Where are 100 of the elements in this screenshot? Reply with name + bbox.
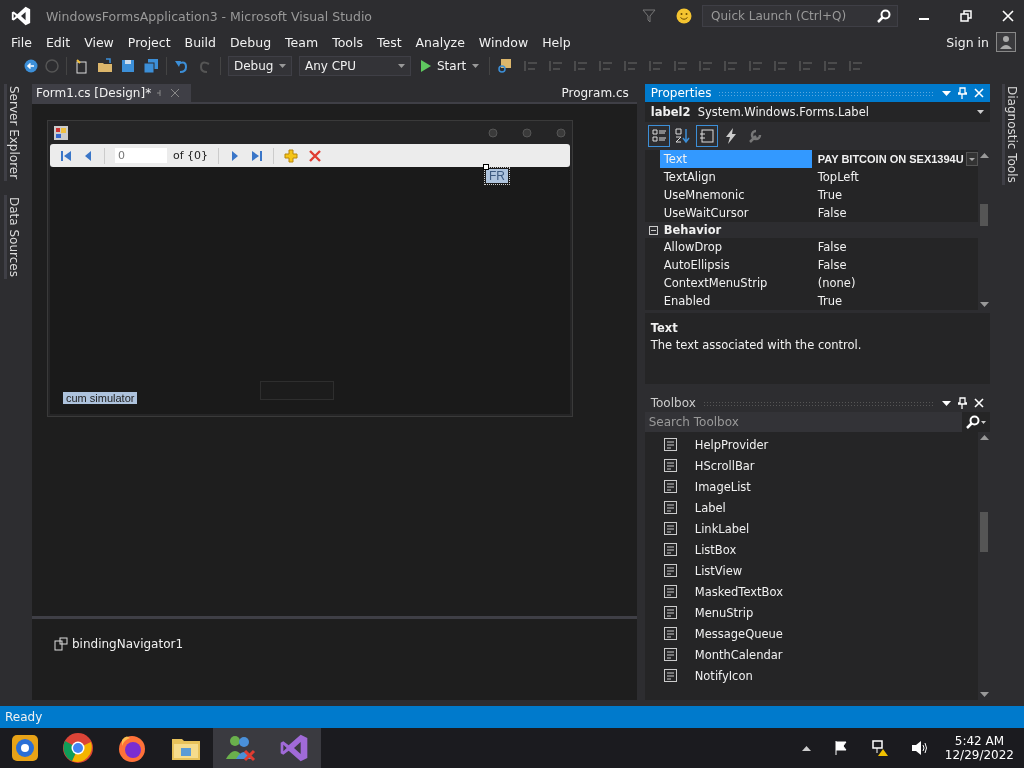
window-title: WindowsFormsApplication3 - Microsoft Visual Studio — [46, 8, 372, 24]
category-name[interactable]: Behavior — [663, 223, 722, 237]
property-name[interactable]: ContextMenuStrip — [659, 274, 812, 292]
back-icon[interactable] — [24, 59, 38, 73]
toolbox-item[interactable]: NotifyIcon — [644, 665, 978, 686]
property-value[interactable]: True — [811, 188, 843, 202]
form-label[interactable]: cum simulator — [63, 392, 138, 404]
property-name[interactable]: AutoEllipsis — [659, 256, 812, 274]
menu-item[interactable]: Edit — [38, 34, 78, 50]
first-record-icon[interactable] — [60, 149, 72, 162]
menu-item[interactable]: Analyze — [408, 34, 472, 50]
property-value[interactable]: False — [811, 206, 847, 220]
quick-launch-field[interactable]: Quick Launch (Ctrl+Q) — [702, 5, 898, 27]
save-icon[interactable] — [120, 58, 136, 74]
scroll-down-icon[interactable] — [979, 302, 989, 307]
browser-icon[interactable] — [62, 732, 94, 764]
menu-item[interactable]: View — [77, 34, 121, 50]
toolbox-item[interactable]: Label — [644, 497, 978, 518]
platform-dropdown[interactable]: Any CPU — [299, 56, 411, 76]
speaker-icon[interactable] — [910, 740, 929, 756]
property-value[interactable]: False — [811, 240, 847, 254]
property-name[interactable]: UseWaitCursor — [659, 204, 812, 222]
panel-menu-icon[interactable] — [942, 400, 951, 406]
sort-icon[interactable] — [672, 126, 693, 146]
property-value[interactable]: PAY BITCOIN ON SEX1394U — [811, 153, 964, 165]
scroll-down-icon[interactable] — [979, 692, 989, 697]
property-name[interactable]: Enabled — [659, 292, 812, 310]
resize-handle-icon[interactable] — [483, 164, 489, 170]
restore-icon[interactable] — [960, 10, 972, 22]
status-text: Ready — [5, 710, 43, 724]
close-icon[interactable] — [1002, 10, 1014, 22]
toolbox-item[interactable]: HelpProvider — [644, 434, 978, 455]
visual-studio-icon[interactable] — [278, 732, 310, 764]
network-warning-icon[interactable] — [870, 739, 889, 757]
menu-item[interactable]: Project — [120, 34, 178, 50]
component-name[interactable]: bindingNavigator1 — [72, 637, 184, 651]
configuration-dropdown[interactable]: Debug — [228, 56, 292, 76]
property-value[interactable]: (none) — [811, 276, 856, 290]
clock-time[interactable]: 5:42 AM — [954, 734, 1005, 748]
position-field[interactable]: 0 — [115, 148, 167, 163]
object-selector[interactable]: label2 System.Windows.Forms.Label — [644, 102, 990, 122]
delete-icon[interactable] — [308, 148, 323, 163]
categorized-icon[interactable] — [648, 126, 669, 146]
open-folder-icon[interactable] — [97, 58, 113, 74]
property-name[interactable]: UseMnemonic — [659, 186, 812, 204]
menu-item[interactable]: Window — [471, 34, 536, 50]
new-project-icon[interactable] — [74, 58, 90, 74]
toolbox-item[interactable]: MaskedTextBox — [644, 581, 978, 602]
scroll-thumb[interactable] — [980, 204, 988, 226]
filter-icon[interactable] — [642, 9, 656, 23]
start-button[interactable]: Start — [418, 59, 483, 73]
menu-item[interactable]: Tools — [325, 34, 370, 50]
scroll-thumb[interactable] — [980, 512, 988, 552]
menu-item[interactable]: File — [4, 34, 39, 50]
toolbox-item[interactable]: MenuStrip — [644, 602, 978, 623]
side-tab[interactable]: Server Explorer — [3, 84, 21, 182]
side-tab[interactable]: Diagnostic Tools — [1001, 84, 1019, 185]
document-tab[interactable]: Program.cs — [557, 84, 637, 102]
scroll-up-icon[interactable] — [979, 435, 989, 440]
toolbox-item[interactable]: MonthCalendar — [644, 644, 978, 665]
menu-item[interactable]: Team — [278, 34, 326, 50]
form-label[interactable]: FR — [486, 169, 508, 183]
account-icon[interactable] — [996, 32, 1016, 52]
property-name[interactable]: TextAlign — [659, 168, 812, 186]
sign-in-link[interactable]: Sign in — [939, 34, 996, 50]
people-icon[interactable] — [223, 733, 257, 763]
property-value[interactable]: True — [811, 294, 843, 308]
side-tab[interactable]: Data Sources — [3, 195, 21, 280]
toolbox-item[interactable]: HScrollBar — [644, 455, 978, 476]
toolbox-item[interactable]: ListBox — [644, 539, 978, 560]
toolbox-item[interactable]: ListView — [644, 560, 978, 581]
smiley-icon[interactable] — [676, 8, 692, 24]
app-icon[interactable] — [10, 733, 40, 763]
show-hidden-icon[interactable] — [801, 745, 811, 751]
collapse-icon[interactable] — [648, 225, 658, 235]
search-icon — [877, 9, 891, 23]
document-tab[interactable]: Form1.cs [Design]* — [32, 84, 192, 102]
pin-icon[interactable] — [958, 397, 967, 409]
menu-item[interactable]: Test — [369, 34, 409, 50]
menu-item[interactable]: Debug — [223, 34, 279, 50]
dropdown-icon[interactable] — [965, 152, 978, 166]
menu-item[interactable]: Help — [535, 34, 578, 50]
flag-icon[interactable] — [832, 740, 849, 756]
scroll-up-icon[interactable] — [979, 153, 989, 158]
clock-date[interactable]: 12/29/2022 — [944, 748, 1014, 762]
last-record-icon[interactable] — [251, 149, 264, 162]
add-icon[interactable] — [284, 148, 299, 163]
undo-icon[interactable] — [174, 58, 190, 74]
toolbox-item[interactable]: ImageList — [644, 476, 978, 497]
property-value[interactable]: TopLeft — [811, 170, 859, 184]
toolbox-item[interactable]: LinkLabel — [644, 518, 978, 539]
properties-icon[interactable] — [696, 126, 717, 146]
save-all-icon[interactable] — [143, 58, 159, 74]
control-icon — [663, 585, 677, 598]
close-icon[interactable] — [974, 398, 984, 408]
toolbox-item[interactable]: MessageQueue — [644, 623, 978, 644]
property-value[interactable]: False — [811, 258, 847, 272]
menu-item[interactable]: Build — [177, 34, 223, 50]
toolbox-search-field[interactable]: Search Toolbox — [644, 412, 962, 432]
property-name[interactable]: AllowDrop — [659, 238, 812, 256]
